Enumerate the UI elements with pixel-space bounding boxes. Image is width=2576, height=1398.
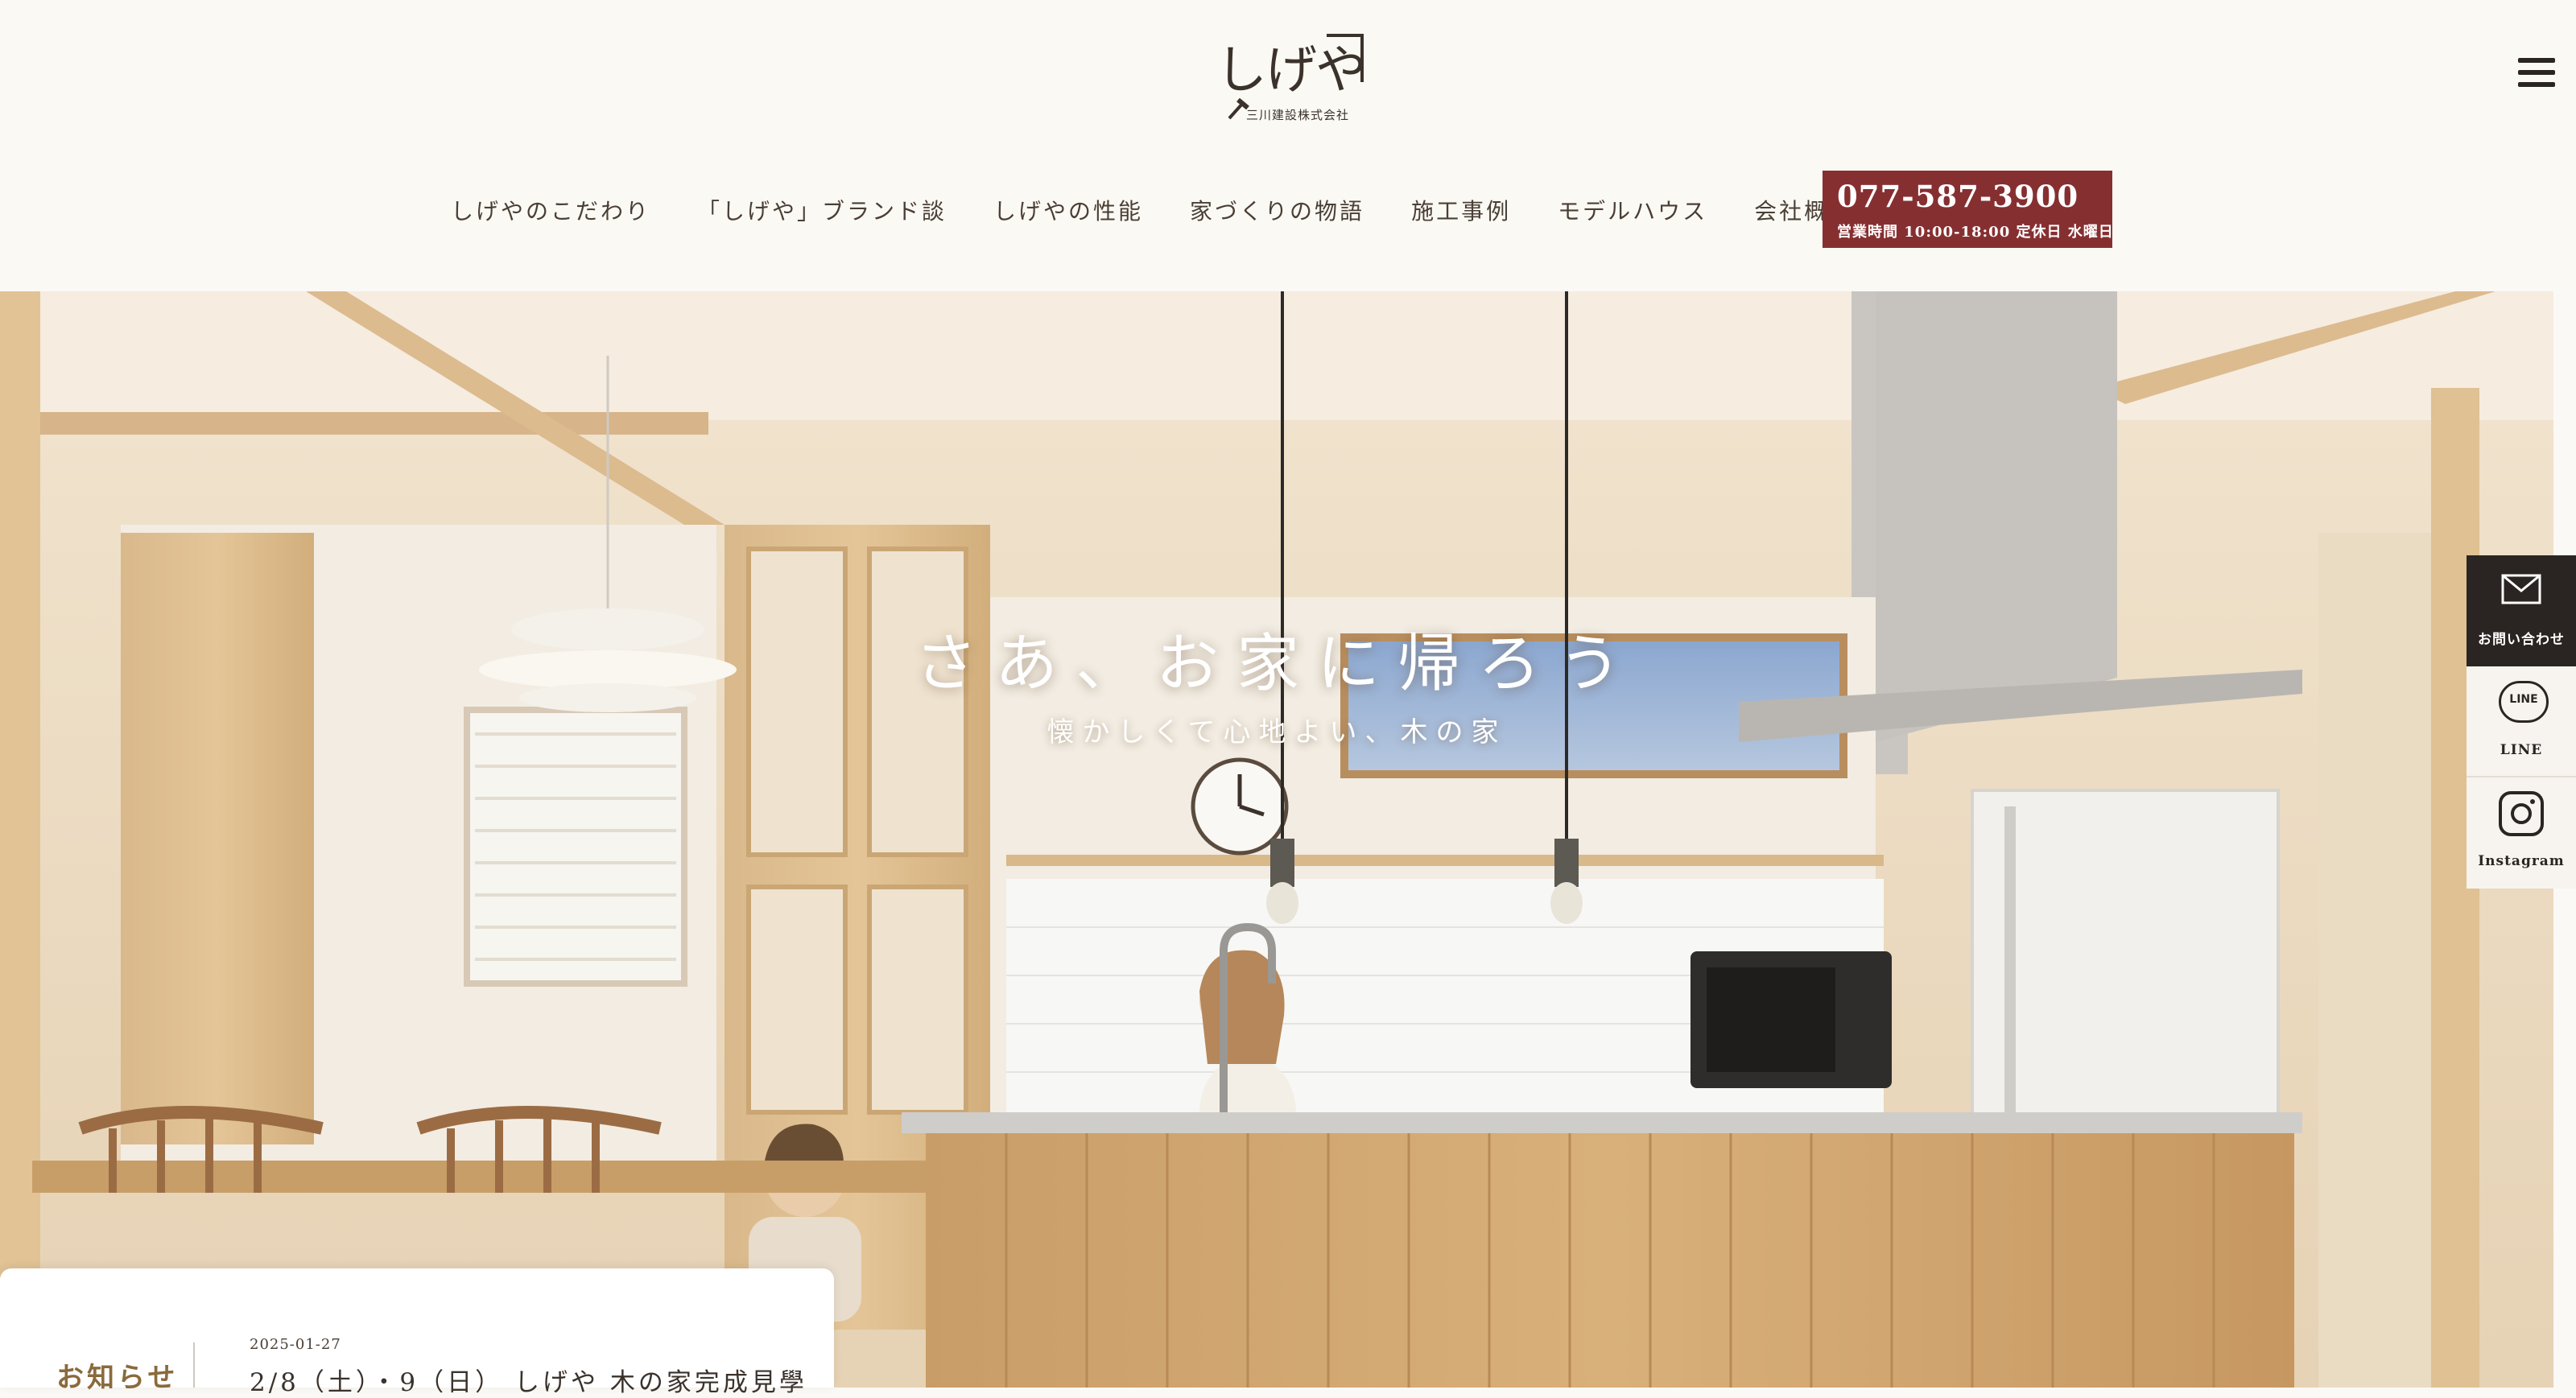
news-item-link[interactable]: 2/8（土）・9（日） しげや 木の家完成見學 xyxy=(250,1362,807,1398)
instagram-icon xyxy=(2499,791,2544,836)
nav-item-performance[interactable]: しげやの性能 xyxy=(993,194,1143,226)
side-line-label: LINE xyxy=(2500,742,2543,758)
side-line-button[interactable]: LINE LINE xyxy=(2467,666,2576,777)
nav-item-works[interactable]: 施工事例 xyxy=(1411,194,1511,226)
main-nav: しげやのこだわり 「しげや」ブランド談 しげやの性能 家づくりの物語 施工事例 … xyxy=(451,190,1854,230)
business-hours: 営業時間 10:00-18:00 定休日 水曜日 xyxy=(1837,224,2114,241)
phone-number: 077-587-3900 xyxy=(1837,179,2079,214)
news-divider xyxy=(193,1342,195,1388)
hero-section: さあ、お家に帰ろう 懐かしくて心地よい、木の家 xyxy=(0,291,2553,1388)
side-contact-button[interactable]: お問い合わせ xyxy=(2467,555,2576,666)
hero-title: さあ、お家に帰ろう xyxy=(914,628,1639,700)
menu-icon[interactable] xyxy=(2518,56,2555,89)
logo-frame-mark xyxy=(1327,34,1364,82)
news-date: 2025-01-27 xyxy=(250,1336,341,1353)
hero-kitchen-image xyxy=(0,291,2553,1388)
mail-icon xyxy=(2501,574,2541,604)
side-instagram-button[interactable]: Instagram xyxy=(2467,777,2576,889)
nav-item-story[interactable]: 家づくりの物語 xyxy=(1190,194,1364,226)
hero-subtitle: 懐かしくて心地よい、木の家 xyxy=(1046,716,1507,748)
side-instagram-label: Instagram xyxy=(2478,853,2565,869)
logo-company-name: 三川建設株式会社 xyxy=(1246,108,1350,122)
phone-contact-button[interactable]: 077-587-3900 営業時間 10:00-18:00 定休日 水曜日 xyxy=(1823,171,2114,248)
site-logo[interactable]: しげや 三川建設株式会社 xyxy=(1216,29,1367,134)
nav-item-kodawari[interactable]: しげやのこだわり xyxy=(451,194,650,226)
side-contact-label: お問い合わせ xyxy=(2478,632,2565,648)
news-panel: お知らせ 2025-01-27 2/8（土）・9（日） しげや 木の家完成見學 xyxy=(0,1268,834,1397)
nav-item-model-house[interactable]: モデルハウス xyxy=(1558,194,1707,226)
news-heading: お知らせ xyxy=(56,1362,179,1394)
site-header: しげや 三川建設株式会社 しげやのこだわり 「しげや」ブランド談 しげやの性能 … xyxy=(0,0,2576,285)
line-icon: LINE xyxy=(2499,681,2549,723)
nav-item-brand[interactable]: 「しげや」ブランド談 xyxy=(697,194,947,226)
line-icon-text: LINE xyxy=(2509,693,2538,706)
